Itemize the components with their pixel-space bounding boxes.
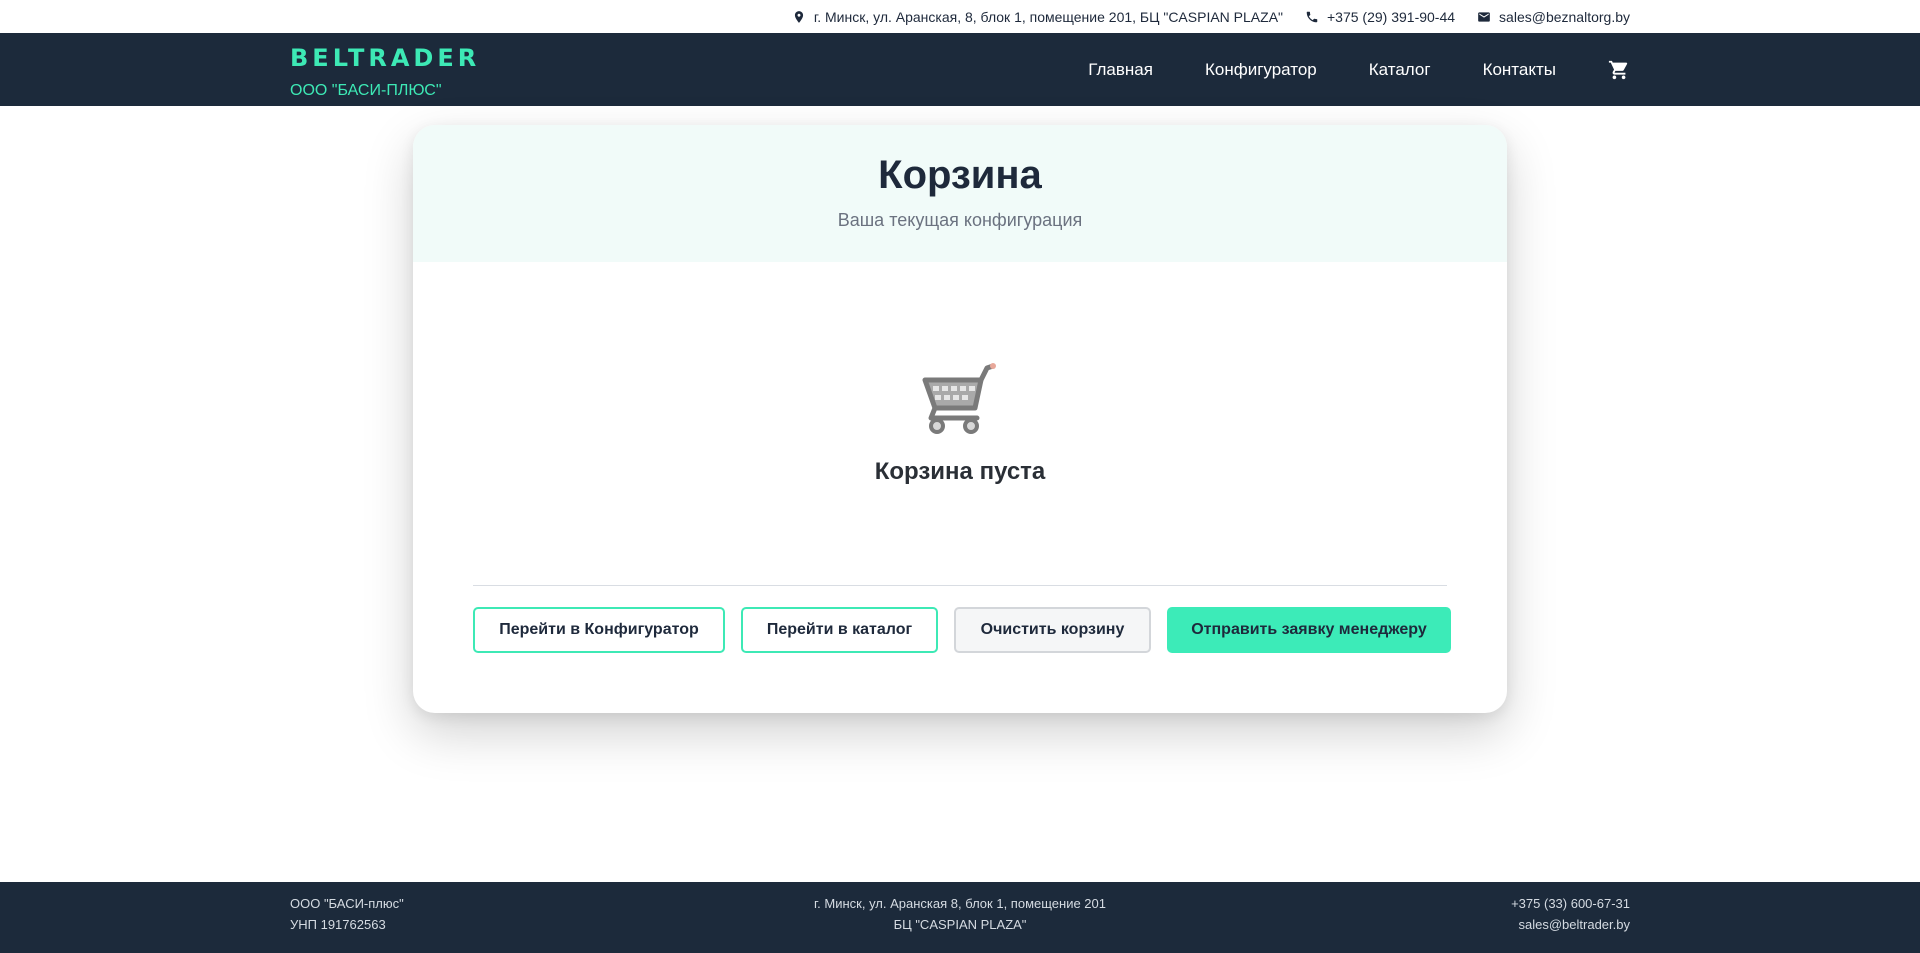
footer-contacts-block: +375 (33) 600-67-31 sales@beltrader.by xyxy=(1511,893,1630,935)
main-nav: Главная Конфигуратор Каталог Контакты xyxy=(1036,33,1630,106)
nav-configurator[interactable]: Конфигуратор xyxy=(1205,60,1317,80)
phone-item[interactable]: +375 (29) 391-90-44 xyxy=(1305,9,1455,25)
footer-phone[interactable]: +375 (33) 600-67-31 xyxy=(1511,893,1630,914)
phone-icon xyxy=(1306,11,1318,22)
brand-logo[interactable]: BELTRADER xyxy=(290,46,480,70)
footer-address-block: г. Минск, ул. Аранская 8, блок 1, помеще… xyxy=(0,893,1920,935)
go-to-catalog-button[interactable]: Перейти в каталог xyxy=(741,607,938,653)
cart-card: Корзина Ваша текущая конфигурация Корзин… xyxy=(413,125,1507,713)
mail-icon xyxy=(1478,11,1490,22)
footer-address-line1: г. Минск, ул. Аранская 8, блок 1, помеще… xyxy=(814,896,1106,911)
cart-icon xyxy=(1608,60,1628,79)
divider xyxy=(473,585,1447,586)
footer-email[interactable]: sales@beltrader.by xyxy=(1511,914,1630,935)
nav-home[interactable]: Главная xyxy=(1088,60,1153,80)
address-text: г. Минск, ул. Аранская, 8, блок 1, помещ… xyxy=(813,8,1283,25)
nav-cart-button[interactable] xyxy=(1608,59,1630,81)
nav-contacts[interactable]: Контакты xyxy=(1483,60,1556,80)
location-pin-icon xyxy=(794,10,803,23)
empty-cart-message: Корзина пуста xyxy=(874,458,1046,485)
footer-address-line2: БЦ "CASPIAN PLAZA" xyxy=(893,917,1027,932)
top-info-bar: г. Минск, ул. Аранская, 8, блок 1, помещ… xyxy=(0,0,1920,33)
address-item: г. Минск, ул. Аранская, 8, блок 1, помещ… xyxy=(792,9,1283,25)
send-to-manager-button[interactable]: Отправить заявку менеджеру xyxy=(1167,607,1451,653)
page-title: Корзина xyxy=(878,153,1042,197)
page-subtitle: Ваша текущая конфигурация xyxy=(837,210,1083,230)
go-to-configurator-button[interactable]: Перейти в Конфигуратор xyxy=(473,607,725,653)
clear-cart-button[interactable]: Очистить корзину xyxy=(954,607,1151,653)
site-footer: ООО "БАСИ-плюс" УНП 191762563 г. Минск, … xyxy=(0,882,1920,953)
cart-card-header: Корзина Ваша текущая конфигурация xyxy=(413,125,1507,262)
cart-actions: Перейти в Конфигуратор Перейти в каталог… xyxy=(473,607,1451,653)
site-header: BELTRADER ООО "БАСИ-ПЛЮС" Главная Конфиг… xyxy=(0,33,1920,106)
nav-catalog[interactable]: Каталог xyxy=(1369,60,1431,80)
shopping-cart-icon xyxy=(922,363,996,434)
email-item[interactable]: sales@beznaltorg.by xyxy=(1477,9,1630,25)
phone-text[interactable]: +375 (29) 391-90-44 xyxy=(1327,9,1455,25)
company-name: ООО "БАСИ-ПЛЮС" xyxy=(290,82,442,99)
email-text[interactable]: sales@beznaltorg.by xyxy=(1499,9,1630,25)
